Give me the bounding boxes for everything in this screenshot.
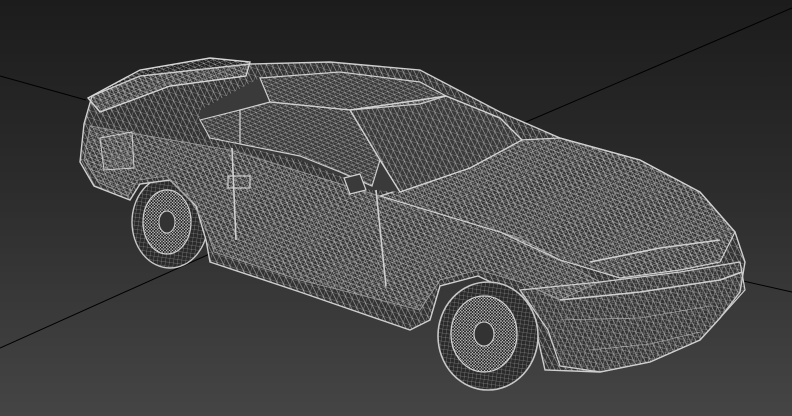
front-wheel <box>437 281 539 391</box>
car-wireframe-model[interactable] <box>79 57 746 391</box>
3d-viewport[interactable] <box>0 0 792 416</box>
viewport-canvas[interactable] <box>0 0 792 416</box>
